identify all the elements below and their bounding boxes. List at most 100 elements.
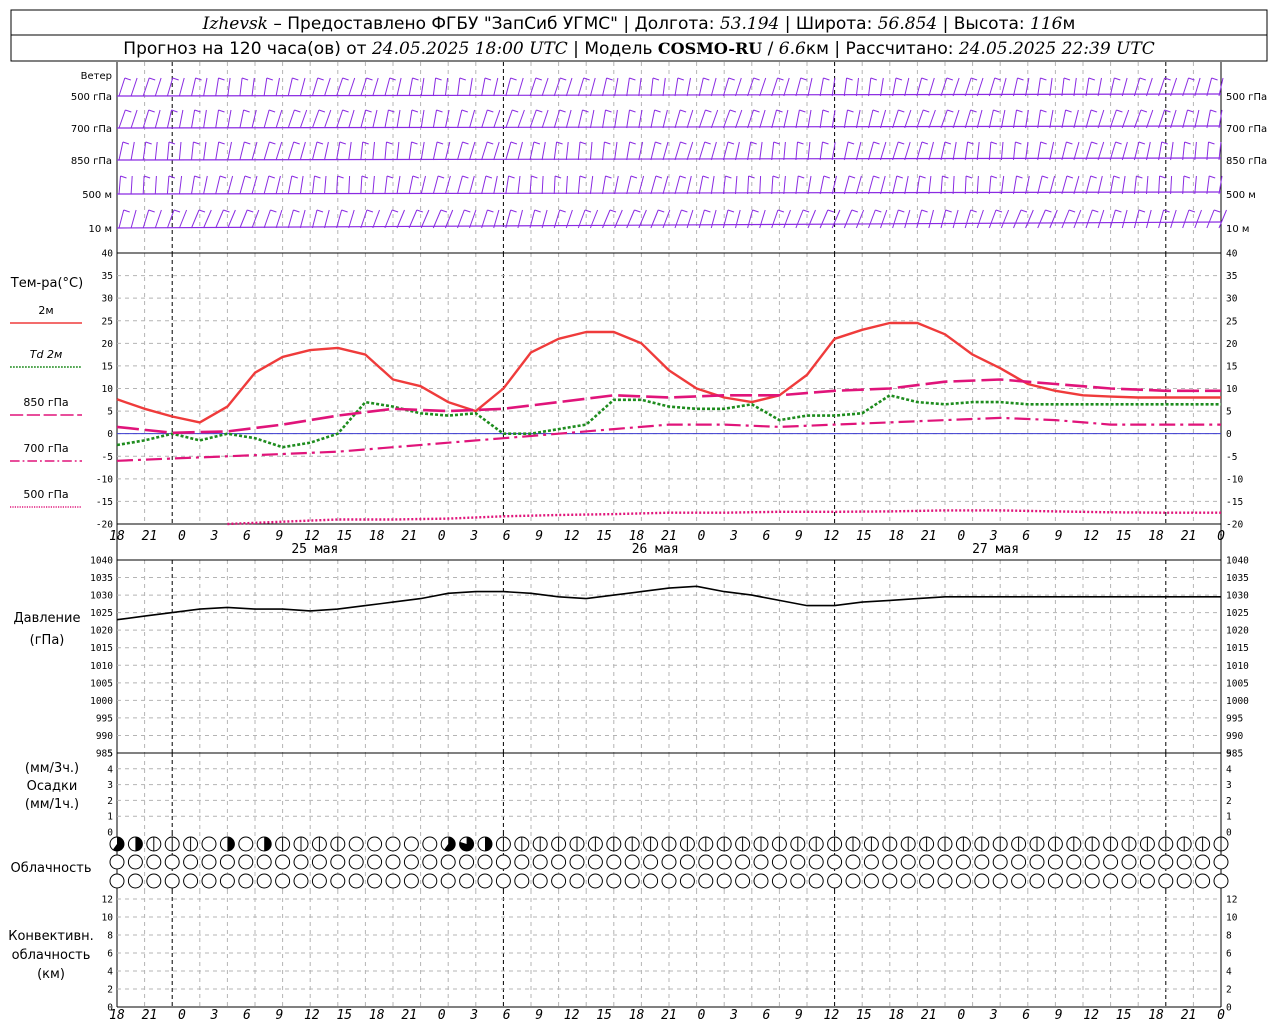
wind-barb-4-39	[589, 175, 594, 195]
conv-label-3: (км)	[37, 967, 65, 982]
temp-xtick-23: 15	[856, 529, 872, 544]
temp-xtick-13: 9	[535, 529, 543, 544]
wind-flag-2-56	[799, 109, 806, 113]
wind-barb-3-31	[493, 141, 500, 161]
wind-barb-2-78	[1061, 109, 1067, 129]
precip-ytick-left-5: 5	[107, 749, 113, 760]
wind-flag-5-6	[198, 209, 206, 213]
wind-barb-2-15	[299, 109, 308, 129]
wind-barb-2-69	[952, 109, 960, 129]
wind-flag-2-42	[629, 109, 636, 113]
wind-barb-3-89	[1194, 141, 1197, 161]
temp-ytick-right--5: -5	[1226, 452, 1237, 463]
wind-barb-4-28	[457, 175, 463, 195]
wind-flag-1-6	[195, 77, 202, 81]
wind-barb-2-63	[880, 109, 887, 129]
wind-flag-5-58	[827, 209, 834, 213]
conv-xtick-31: 15	[1116, 1008, 1132, 1023]
wind-barb-1-29	[469, 77, 473, 97]
wind-barb-5-23	[396, 209, 405, 229]
wind-barb-5-81	[1097, 209, 1105, 229]
wind-barb-5-4	[166, 209, 175, 229]
wind-barb-3-41	[614, 141, 618, 161]
wind-flag-3-86	[1161, 141, 1168, 145]
cloud-cell-2-25	[569, 873, 585, 889]
wind-flag-4-80	[1090, 175, 1097, 179]
wind-barb-4-84	[1133, 175, 1137, 195]
press-ytick-left-1035: 1035	[90, 573, 113, 584]
temp-ytick-right-30: 30	[1226, 294, 1238, 305]
cloud-cell-2-36	[771, 873, 787, 889]
cloud-cell-2-24	[551, 873, 567, 889]
wind-flag-2-74	[1016, 109, 1023, 113]
wind-flag-5-62	[875, 209, 882, 213]
wind-barb-3-59	[831, 141, 836, 161]
wind-barb-2-58	[819, 109, 824, 129]
temp-xtick-22: 12	[824, 529, 840, 544]
hdr2-part-1: 24.05.2025 18:00 UTC	[371, 39, 568, 59]
conv-ytick-left-4: 4	[107, 967, 113, 978]
wind-flag-4-64	[896, 175, 903, 179]
wind-flag-5-38	[584, 209, 592, 213]
wind-barb-1-21	[372, 77, 379, 97]
wind-flag-4-30	[485, 175, 493, 179]
wind-barb-4-58	[819, 175, 825, 195]
wind-barb-4-56	[795, 175, 799, 195]
press-ytick-left-995: 995	[96, 713, 113, 724]
wind-barb-4-73	[1000, 175, 1005, 195]
cloud-cell-1-52	[1066, 854, 1082, 870]
temp-ytick-right--20: -20	[1226, 520, 1243, 531]
wind-barb-1-54	[771, 77, 778, 97]
press-ytick-right-995: 995	[1226, 713, 1243, 724]
wind-barb-2-48	[698, 109, 706, 129]
conv-xtick-13: 9	[535, 1008, 543, 1023]
cloud-cell-2-50	[1029, 873, 1045, 889]
wind-barb-2-26	[432, 109, 437, 129]
wind-barb-5-82	[1109, 209, 1116, 229]
cloud-cell-2-53	[1084, 873, 1100, 889]
wind-barb-1-36	[553, 77, 561, 97]
precip-ytick-left-1: 1	[107, 812, 113, 823]
cloud-cell-1-39	[827, 854, 843, 870]
cloud-cell-1-37	[790, 854, 806, 870]
wind-flag-3-56	[797, 141, 804, 145]
press-ytick-left-1025: 1025	[90, 608, 113, 619]
wind-barb-3-78	[1061, 141, 1067, 161]
cloud-cell-2-7	[238, 873, 254, 889]
wind-barb-2-70	[964, 109, 972, 129]
cloud-cell-1-48	[992, 854, 1008, 870]
wind-flag-4-84	[1136, 175, 1143, 179]
wind-flag-5-44	[658, 209, 665, 213]
temp-ytick-left-5: 5	[107, 407, 113, 418]
wind-barb-5-53	[759, 209, 766, 229]
precip-label: Осадки	[27, 779, 78, 794]
conv-xtick-15: 15	[596, 1008, 612, 1023]
wind-barb-2-31	[493, 109, 501, 129]
cloud-cell-1-23	[532, 854, 548, 870]
wind-barb-1-70	[964, 77, 972, 97]
wind-barb-3-9	[227, 141, 232, 161]
cloud-cell-0-17	[422, 836, 438, 852]
wind-barb-1-2	[142, 77, 150, 97]
press-ytick-right-1025: 1025	[1226, 608, 1249, 619]
wind-barb-3-65	[904, 141, 911, 161]
wind-flag-1-10	[241, 77, 249, 81]
wind-barb-4-62	[868, 175, 874, 195]
wind-barb-1-55	[783, 77, 790, 97]
wind-barb-5-6	[191, 209, 200, 229]
wind-barb-1-63	[880, 77, 884, 97]
wind-flag-3-90	[1208, 141, 1215, 145]
wind-barb-5-57	[807, 209, 816, 229]
temp-ytick-right-35: 35	[1226, 271, 1237, 282]
wind-flag-5-72	[995, 209, 1003, 213]
wind-barb-3-83	[1121, 141, 1128, 161]
wind-barb-1-51	[735, 77, 742, 97]
hdr1-part-0: Izhevsk	[202, 14, 268, 34]
wind-barb-3-57	[807, 141, 811, 161]
wind-barb-3-55	[783, 141, 786, 161]
cloud-cell-1-2	[146, 854, 162, 870]
wind-flag-5-34	[534, 209, 541, 213]
wind-flag-1-52	[753, 77, 760, 81]
wind-barb-4-23	[396, 175, 401, 195]
wind-flag-2-18	[342, 109, 349, 113]
